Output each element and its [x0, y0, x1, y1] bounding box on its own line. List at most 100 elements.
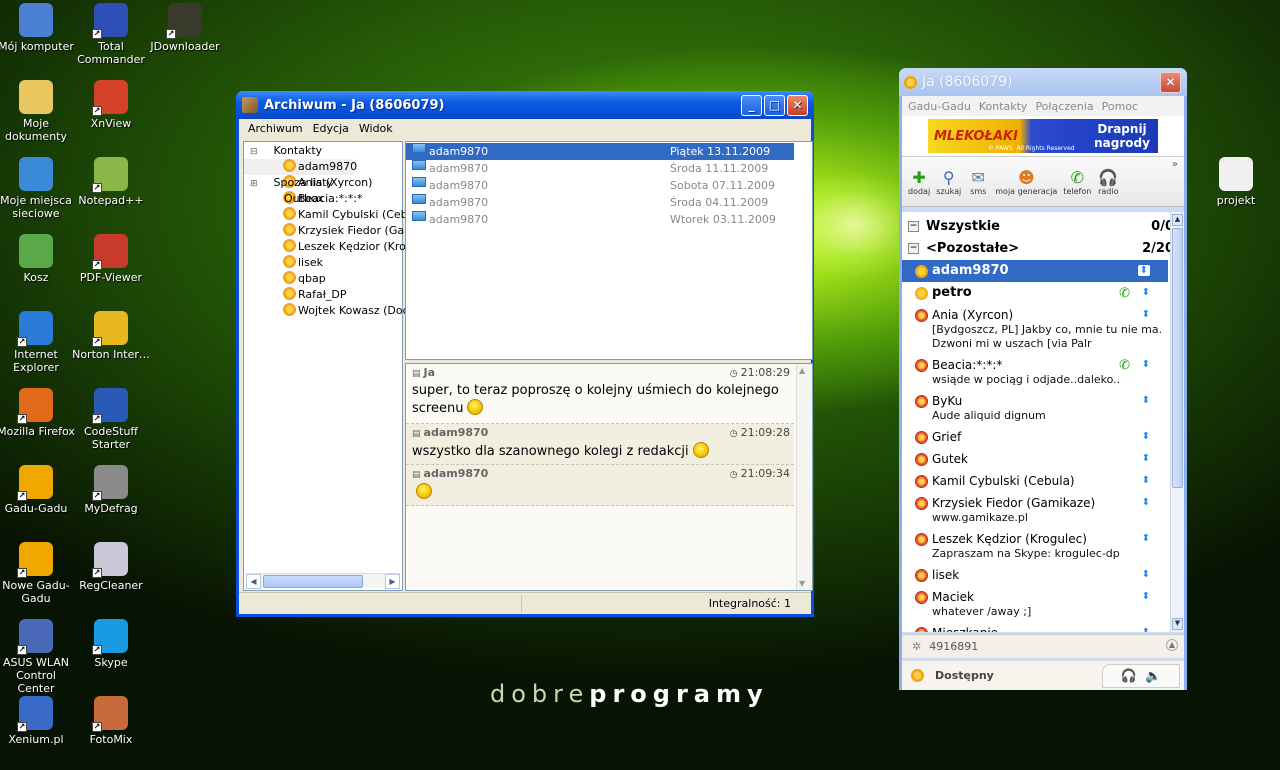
desktop-icon[interactable]: Mój komputer [0, 3, 75, 53]
desktop-icon[interactable]: ↗ Mozilla Firefox [0, 388, 75, 438]
phone-tool[interactable]: ✆ telefon [1063, 167, 1091, 197]
conversation-row[interactable]: adam9870 Wtorek 03.11.2009 [406, 211, 812, 228]
desktop-icon[interactable]: Moje miejsca sieciowe [0, 157, 75, 220]
radio-fm-icon[interactable]: 🎧 [1121, 669, 1137, 684]
maximize-button[interactable]: □ [764, 94, 785, 116]
scroll-up-icon[interactable]: ▲ [1172, 214, 1183, 226]
scroll-left-icon[interactable]: ◀ [246, 574, 261, 589]
conversation-row[interactable]: adam9870 Środa 11.11.2009 [406, 160, 812, 177]
desktop-icon[interactable]: ↗ MyDefrag [72, 465, 150, 515]
gg-close-button[interactable]: ✕ [1160, 71, 1181, 93]
contact-row[interactable]: Krzysiek Fiedor (Gamikaze) www.gamikaze.p… [902, 492, 1168, 528]
volume-icon[interactable]: 🔈 [1145, 669, 1161, 684]
group-toggle-icon[interactable]: − [908, 243, 919, 254]
desktop-icon[interactable]: ↗ XnView [72, 80, 150, 130]
conversation-row[interactable]: adam9870 Środa 04.11.2009 [406, 194, 812, 211]
group-toggle-icon[interactable]: − [908, 221, 919, 232]
menu-pomoc[interactable]: Pomoc [1098, 100, 1142, 113]
contact-row[interactable]: Mieszkanie⬍ [902, 622, 1168, 632]
contact-row[interactable]: Grief ⬍ [902, 426, 1168, 448]
menu-archiwum[interactable]: Archiwum [243, 122, 308, 135]
tree-spoza[interactable]: ⊞ Spoza listy [244, 175, 402, 191]
desktop-icon[interactable]: ↗ Internet Explorer [0, 311, 75, 374]
contact-row[interactable]: Ania (Xyrcon) [Bydgoszcz, PL] Jakby co, m… [902, 304, 1168, 354]
contact-scrollbar[interactable]: ▲ ▼ [1170, 212, 1184, 632]
tree-contact[interactable]: qbap [244, 271, 402, 287]
tree-contact[interactable]: Rafał_DP [244, 287, 402, 303]
desktop-icon[interactable]: ↗ Skype [72, 619, 150, 669]
desktop-icon[interactable]: projekt [1197, 157, 1275, 207]
tree-outbox[interactable]: Outbox [244, 191, 402, 207]
contact-row[interactable]: lisek ⬍ [902, 564, 1168, 586]
my-generation-tool[interactable]: ☻ moja generacja [995, 167, 1057, 197]
desktop-icon[interactable]: ↗ FotoMix [72, 696, 150, 746]
tree-contact[interactable]: Wojtek Kowasz (Doc [244, 303, 409, 319]
close-button[interactable]: ✕ [787, 94, 808, 116]
desktop-icon[interactable]: ↗ ASUS WLAN Control Center [0, 619, 75, 695]
contact-row[interactable]: Kamil Cybulski (Cebula) ⬍ [902, 470, 1168, 492]
scroll-down-icon[interactable]: ▼ [1172, 618, 1183, 630]
desktop-icon[interactable]: Kosz [0, 234, 75, 284]
contact-row[interactable]: ByKu Aude aliquid dignum ⬍ [902, 390, 1168, 426]
desktop-icon[interactable]: ↗ PDF-Viewer [72, 234, 150, 284]
menu-gadu-gadu[interactable]: Gadu-Gadu [904, 100, 975, 113]
radio-controls[interactable]: 🎧 🔈 [1102, 664, 1180, 688]
tree-contact[interactable]: adam9870 [244, 159, 357, 175]
desktop-icon[interactable]: ↗ Xenium.pl [0, 696, 75, 746]
archive-titlebar[interactable]: Archiwum - Ja (8606079) _ □ ✕ [236, 91, 814, 119]
mobile-icon: ⬍ [1141, 533, 1150, 544]
contact-group[interactable]: − <Pozostałe> 2/20 [902, 238, 1184, 260]
gg-titlebar[interactable]: Ja (8606079) ✕ [899, 68, 1187, 96]
gear-icon[interactable]: ✲ [912, 640, 921, 653]
tree-contact[interactable]: lisek [244, 255, 402, 271]
tree-root[interactable]: ⊟ Kontakty [244, 143, 402, 159]
desktop-icon[interactable]: ↗ Norton Inter… [72, 311, 150, 361]
desktop-icon[interactable]: ↗ Notepad++ [72, 157, 150, 207]
conversation-row[interactable]: adam9870 Sobota 07.11.2009 [406, 177, 812, 194]
desktop-icon[interactable]: ↗ CodeStuff Starter [72, 388, 150, 451]
desktop-icon[interactable]: ↗ JDownloader [146, 3, 224, 53]
contact-row[interactable]: petro ✆ ⬍ [902, 282, 1168, 304]
contact-row[interactable]: Gutek ⬍ [902, 448, 1168, 470]
toolbar-more-icon[interactable]: » [1172, 159, 1178, 170]
firefox-icon: ↗ [17, 388, 53, 424]
menu-polaczenia[interactable]: Połączenia [1031, 100, 1097, 113]
sms-tool[interactable]: ✉ sms [967, 167, 989, 197]
contact-row[interactable]: adam9870 ⬍ [902, 260, 1168, 282]
menu-widok[interactable]: Widok [354, 122, 398, 135]
tree-contact[interactable]: Kamil Cybulski (Cebu [244, 207, 415, 223]
menu-kontakty[interactable]: Kontakty [975, 100, 1032, 113]
desktop-icon[interactable]: ↗ Gadu-Gadu [0, 465, 75, 515]
menu-edycja[interactable]: Edycja [308, 122, 354, 135]
contact-group[interactable]: − Wszystkie 0/0 [902, 216, 1184, 238]
expand-icon[interactable]: ⊞ [250, 179, 258, 189]
add-contact-tool[interactable]: ✚ dodaj [908, 167, 930, 197]
horizontal-scrollbar[interactable]: ◀ ▶ [246, 573, 400, 589]
vertical-scrollbar[interactable]: ▲ ▼ [796, 364, 812, 590]
minimize-button[interactable]: _ [741, 94, 762, 116]
desktop-icon[interactable]: ↗ RegCleaner [72, 542, 150, 592]
collapse-icon[interactable]: ⊟ [250, 147, 258, 157]
radio-tool[interactable]: 🎧 radio [1097, 167, 1119, 197]
contact-row[interactable]: Maciek whatever /away ;] ⬍ [902, 586, 1168, 622]
tree-contact[interactable]: Krzysiek Fiedor (Gam [244, 223, 415, 239]
tree-contact[interactable]: Leszek Kędzior (Krog [244, 239, 413, 255]
expand-up-icon[interactable]: ▲ [1166, 639, 1178, 651]
conversation-row[interactable]: adam9870 Piątek 13.11.2009 [406, 143, 794, 160]
contact-row[interactable]: Beacia:*:*:* wsiąde w pociąg i odjade..da… [902, 354, 1168, 390]
desktop-icon[interactable]: ↗ Nowe Gadu-Gadu [0, 542, 75, 605]
banner-ad[interactable]: MLEKOŁAKI Drapnij nagrody © PAWS. All Ri… [902, 116, 1184, 157]
scroll-right-icon[interactable]: ▶ [385, 574, 400, 589]
scroll-up-icon[interactable]: ▲ [799, 366, 805, 375]
scroll-down-icon[interactable]: ▼ [799, 579, 805, 588]
scroll-thumb[interactable] [263, 575, 363, 588]
contact-scroll-thumb[interactable] [1172, 228, 1183, 488]
desktop-icon[interactable]: Moje dokumenty [0, 80, 75, 143]
contact-row[interactable]: Leszek Kędzior (Krogulec) Zapraszam na Sk… [902, 528, 1168, 564]
search-tool[interactable]: ⚲ szukaj [936, 167, 961, 197]
gg-status-bar[interactable]: Dostępny 🎧 🔈 [902, 660, 1184, 690]
contact-status-icon [916, 592, 927, 603]
desktop-icon[interactable]: ↗ Total Commander [72, 3, 150, 66]
contact-status-icon [916, 360, 927, 371]
envelope-icon [412, 143, 426, 153]
